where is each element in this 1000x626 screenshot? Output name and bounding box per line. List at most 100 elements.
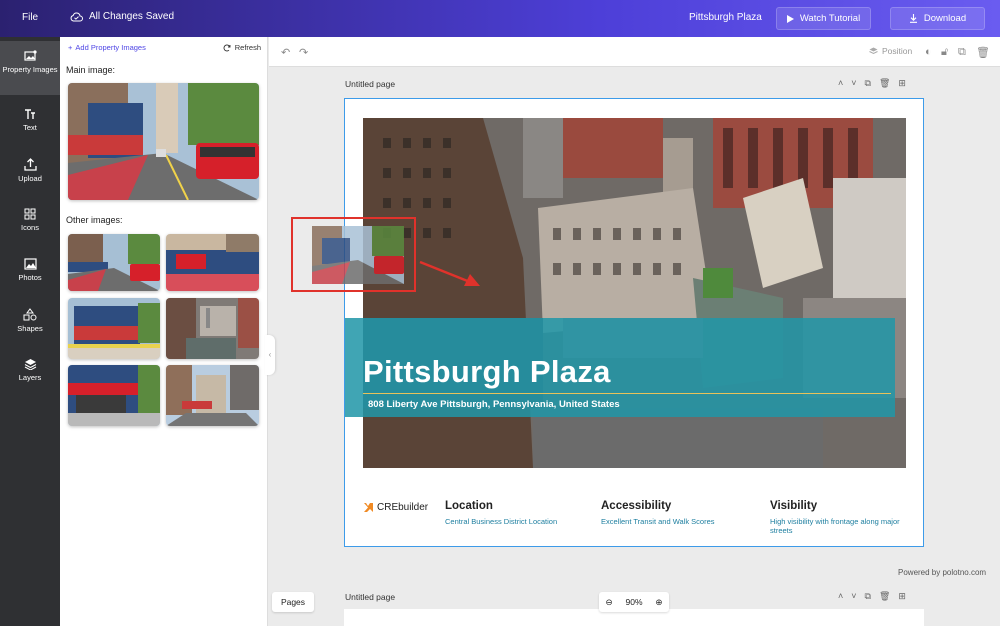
feature-description: Excellent Transit and Walk Scores	[601, 517, 715, 526]
editor-toolbar: ↶ ↷ Position ◐ 🔓︎ ⧉ 🗑︎	[269, 37, 1000, 67]
download-button[interactable]: Download	[890, 7, 985, 30]
image-icon	[23, 50, 37, 61]
street-photo	[68, 298, 160, 359]
feature-title: Accessibility	[601, 500, 672, 512]
chevron-down-icon[interactable]: ˅	[851, 591, 856, 602]
sidebar-item-icons[interactable]: Icons	[0, 199, 60, 251]
shapes-icon	[23, 308, 37, 321]
play-icon	[786, 14, 794, 23]
text-icon	[25, 109, 35, 119]
page-controls: ˄ ˅ ⧉ 🗑︎ ⊞	[838, 591, 906, 602]
powered-by-link[interactable]: Powered by polotno.com	[898, 568, 986, 577]
sidebar-item-text[interactable]: Text	[0, 99, 60, 151]
opacity-icon[interactable]: ◐	[925, 46, 932, 58]
drag-highlight-box	[291, 217, 416, 292]
grid-icon	[24, 208, 36, 220]
sidebar-item-label: Icons	[21, 223, 39, 232]
sidebar-item-layers[interactable]: Layers	[0, 349, 60, 401]
trash-icon[interactable]: 🗑︎	[879, 78, 890, 89]
other-image-thumbnail[interactable]	[68, 365, 160, 426]
position-button[interactable]: Position	[869, 46, 912, 56]
feature-description: Central Business District Location	[445, 517, 558, 526]
street-photo	[166, 234, 259, 291]
collapse-panel-handle[interactable]: ‹	[265, 335, 275, 375]
position-label: Position	[882, 46, 913, 56]
upload-icon	[23, 158, 37, 171]
zoom-out-icon[interactable]: ⊖	[605, 597, 612, 608]
chevron-up-icon[interactable]: ˄	[838, 591, 843, 602]
sidebar-item-label: Property Images	[2, 65, 58, 74]
add-page-icon[interactable]: ⊞	[898, 78, 906, 89]
refresh-icon	[223, 44, 231, 51]
add-page-icon[interactable]: ⊞	[898, 591, 906, 602]
watch-tutorial-button[interactable]: Watch Tutorial	[776, 7, 871, 30]
feature-title: Visibility	[770, 500, 818, 512]
zoom-in-icon[interactable]: ⊕	[655, 597, 662, 608]
property-address[interactable]: 808 Liberty Ave Pittsburgh, Pennsylvania…	[368, 399, 620, 410]
top-bar: File All Changes Saved Pittsburgh Plaza …	[0, 0, 1000, 37]
photo-icon	[23, 258, 37, 270]
duplicate-icon[interactable]: ⧉	[865, 78, 871, 89]
side-panel: + Add Property Images Refresh Main image…	[60, 37, 268, 626]
page-controls: ˄ ˅ ⧉ 🗑︎ ⊞	[838, 78, 906, 89]
other-image-thumbnail[interactable]	[68, 298, 160, 359]
other-image-thumbnail[interactable]	[166, 298, 259, 359]
other-image-thumbnail[interactable]	[166, 365, 259, 426]
chevron-down-icon[interactable]: ˅	[851, 78, 856, 89]
redo-icon[interactable]: ↷	[299, 46, 308, 59]
feature-location[interactable]: Location Central Business District Locat…	[445, 500, 590, 526]
duplicate-icon[interactable]: ⧉	[958, 46, 966, 59]
other-image-thumbnail[interactable]	[166, 234, 259, 291]
trash-icon[interactable]: 🗑︎	[976, 46, 990, 59]
other-image-thumbnail[interactable]	[68, 234, 160, 291]
undo-icon[interactable]: ↶	[281, 46, 290, 59]
file-menu[interactable]: File	[22, 12, 38, 23]
zoom-control: ⊖ 90% ⊕	[599, 592, 669, 612]
sidebar-item-label: Photos	[18, 273, 42, 282]
banner-title[interactable]: Pittsburgh Plaza	[363, 354, 611, 390]
add-property-images-button[interactable]: + Add Property Images	[68, 43, 146, 52]
main-image-thumbnail[interactable]	[68, 83, 259, 200]
street-photo	[68, 83, 259, 200]
aerial-photo	[166, 298, 259, 359]
chevron-up-icon[interactable]: ˄	[838, 78, 843, 89]
save-status-text: All Changes Saved	[89, 11, 175, 22]
pages-button[interactable]: Pages	[272, 592, 314, 612]
zoom-level: 90%	[625, 597, 643, 607]
sidebar-rail: Property Images Text Upload Icons Photos…	[0, 37, 60, 626]
refresh-button[interactable]: Refresh	[223, 43, 261, 52]
save-status: All Changes Saved	[70, 11, 174, 22]
download-icon	[909, 14, 917, 23]
sidebar-item-label: Text	[23, 123, 37, 132]
sidebar-item-photos[interactable]: Photos	[0, 249, 60, 301]
banner-divider	[363, 393, 891, 394]
feature-accessibility[interactable]: Accessibility Excellent Transit and Walk…	[601, 500, 751, 526]
sidebar-item-label: Layers	[18, 373, 42, 382]
duplicate-icon[interactable]: ⧉	[865, 591, 871, 602]
layers-icon	[24, 359, 36, 370]
arrow-icon	[419, 260, 480, 286]
logo-icon	[364, 503, 373, 512]
page-title[interactable]: Untitled page	[345, 79, 395, 89]
layers-icon	[869, 47, 878, 55]
watch-tutorial-label: Watch Tutorial	[799, 13, 861, 24]
sidebar-item-label: Upload	[18, 174, 42, 183]
design-page[interactable]: Pittsburgh Plaza 808 Liberty Ave Pittsbu…	[344, 98, 924, 547]
sidebar-item-upload[interactable]: Upload	[0, 149, 60, 201]
feature-visibility[interactable]: Visibility High visibility with frontage…	[770, 500, 905, 535]
sidebar-item-label: Shapes	[17, 324, 43, 333]
add-property-images-label: Add Property Images	[75, 43, 146, 52]
download-label: Download	[923, 13, 967, 24]
page-title[interactable]: Untitled page	[345, 592, 395, 602]
lock-icon[interactable]: 🔓︎	[941, 46, 948, 59]
sidebar-item-property-images[interactable]: Property Images	[0, 41, 60, 95]
logo-text: CREbuilder	[377, 502, 429, 513]
feature-title: Location	[445, 500, 493, 512]
trash-icon[interactable]: 🗑︎	[879, 591, 890, 602]
project-name[interactable]: Pittsburgh Plaza	[689, 12, 762, 23]
crebuilder-logo: CREbuilder	[363, 502, 428, 513]
street-photo	[68, 234, 160, 291]
storefront-photo	[68, 365, 160, 426]
other-images-label: Other images:	[66, 215, 123, 225]
sidebar-item-shapes[interactable]: Shapes	[0, 299, 60, 351]
